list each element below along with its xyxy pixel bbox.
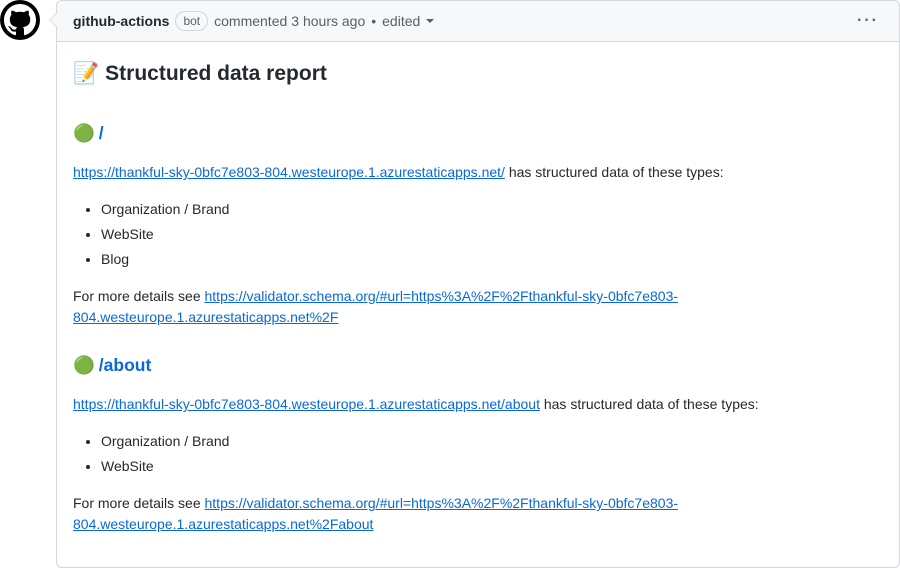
- github-icon: [4, 4, 36, 36]
- types-list: Organization / Brand WebSite Blog: [73, 199, 883, 270]
- comment-action: commented: [214, 11, 287, 32]
- list-item: WebSite: [101, 456, 883, 477]
- section-url-line: https://thankful-sky-0bfc7e803-804.weste…: [73, 162, 883, 183]
- list-item: Blog: [101, 249, 883, 270]
- section-heading: 🟢 /: [73, 120, 883, 146]
- avatar[interactable]: [0, 0, 40, 40]
- status-icon: 🟢: [73, 120, 95, 146]
- list-item: WebSite: [101, 224, 883, 245]
- section-url-link[interactable]: https://thankful-sky-0bfc7e803-804.weste…: [73, 396, 540, 412]
- comment-box: github-actions bot commented 3 hours ago…: [56, 0, 900, 568]
- details-line: For more details see https://validator.s…: [73, 493, 883, 535]
- comment-header: github-actions bot commented 3 hours ago…: [57, 1, 899, 42]
- section-heading: 🟢 /about: [73, 352, 883, 378]
- edited-label[interactable]: edited: [382, 11, 420, 32]
- list-item: Organization / Brand: [101, 199, 883, 220]
- separator: •: [371, 11, 376, 32]
- kebab-menu-icon[interactable]: ···: [853, 9, 883, 33]
- section-path-link[interactable]: /about: [99, 352, 152, 378]
- chevron-down-icon[interactable]: [426, 19, 434, 23]
- section-url-link[interactable]: https://thankful-sky-0bfc7e803-804.weste…: [73, 164, 505, 180]
- bot-badge: bot: [175, 11, 208, 31]
- types-intro: has structured data of these types:: [509, 164, 724, 180]
- details-line: For more details see https://validator.s…: [73, 286, 883, 328]
- types-intro: has structured data of these types:: [544, 396, 759, 412]
- details-prefix: For more details see: [73, 288, 201, 304]
- details-prefix: For more details see: [73, 495, 201, 511]
- report-title-text: Structured data report: [105, 58, 327, 90]
- report-title: 📝 Structured data report: [73, 58, 883, 96]
- section-path-link[interactable]: /: [99, 120, 104, 146]
- comment-body: 📝 Structured data report 🟢 / https://tha…: [57, 42, 899, 567]
- list-item: Organization / Brand: [101, 431, 883, 452]
- author-link[interactable]: github-actions: [73, 11, 169, 32]
- memo-icon: 📝: [73, 58, 99, 90]
- status-icon: 🟢: [73, 352, 95, 378]
- section-url-line: https://thankful-sky-0bfc7e803-804.weste…: [73, 394, 883, 415]
- types-list: Organization / Brand WebSite: [73, 431, 883, 477]
- comment-time[interactable]: 3 hours ago: [291, 11, 365, 32]
